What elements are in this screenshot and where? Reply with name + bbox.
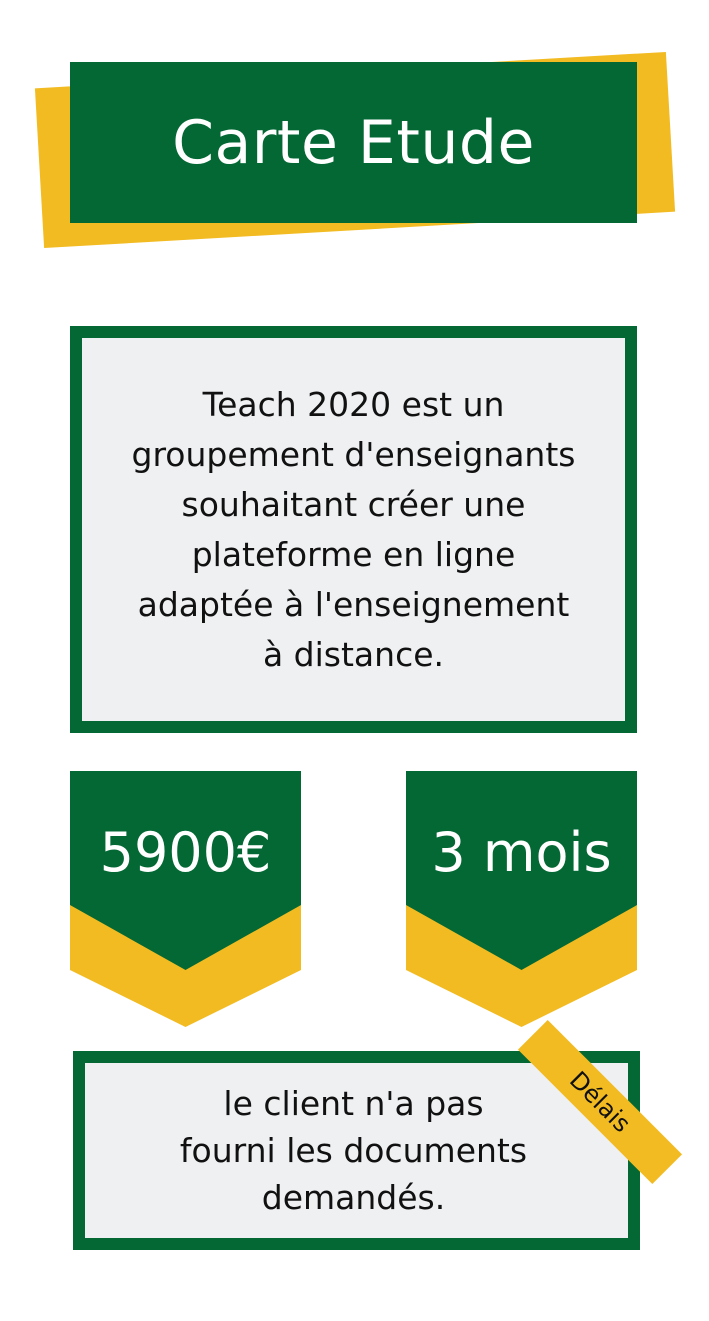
description-line: groupement d'enseignants [131, 434, 576, 474]
note-line: le client n'a pas [223, 1084, 484, 1123]
description-line: adaptée à l'enseignement [137, 584, 570, 624]
description-line: plateforme en ligne [191, 534, 516, 574]
description-line: à distance. [262, 634, 445, 674]
description-card-body: Teach 2020 est un groupement d'enseignan… [82, 338, 625, 721]
duration-tag-chevron [406, 771, 637, 1027]
note-line: fourni les documents [179, 1131, 528, 1170]
price-tag: 5900€ [70, 771, 301, 1027]
note-card-body: le client n'a pas fourni les documents d… [85, 1063, 628, 1238]
page-title: Carte Etude [172, 107, 535, 178]
duration-tag: 3 mois [406, 771, 637, 1027]
duration-value: 3 mois [431, 821, 612, 884]
description-text: Teach 2020 est un groupement d'enseignan… [132, 380, 576, 680]
price-value: 5900€ [99, 821, 272, 884]
description-line: Teach 2020 est un [202, 384, 505, 424]
price-tag-chevron [70, 771, 301, 1027]
description-card: Teach 2020 est un groupement d'enseignan… [70, 326, 637, 733]
note-text: le client n'a pas fourni les documents d… [164, 1080, 544, 1221]
description-line: souhaitant créer une [181, 484, 526, 524]
note-line: demandés. [261, 1178, 446, 1217]
title-banner: Carte Etude [70, 62, 637, 223]
